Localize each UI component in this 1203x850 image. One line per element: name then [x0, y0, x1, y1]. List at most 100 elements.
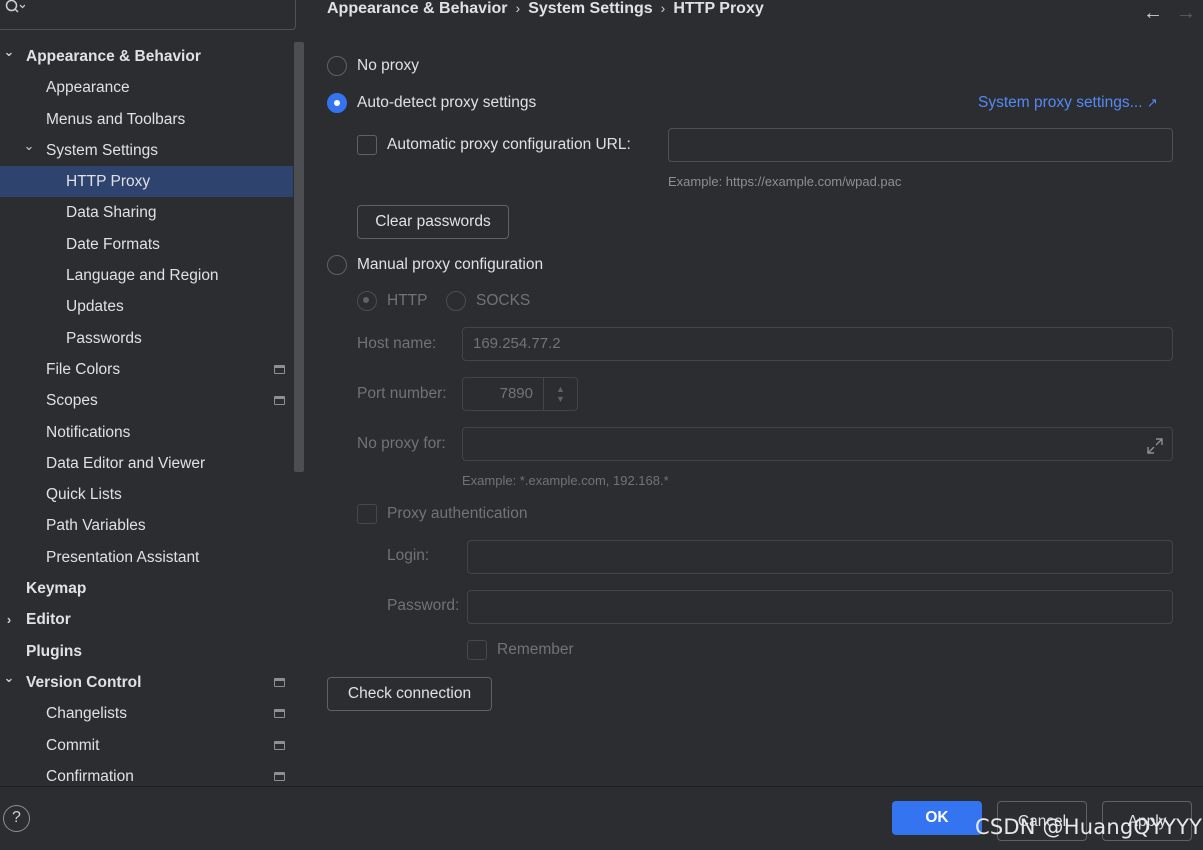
port-number-value: 7890: [499, 385, 533, 402]
sidebar-item-notifications[interactable]: Notifications: [0, 417, 293, 448]
project-scope-icon: [274, 709, 285, 719]
sidebar-item-label: Passwords: [66, 329, 142, 347]
sidebar-item-path-variables[interactable]: Path Variables: [0, 510, 293, 541]
auto-config-example: Example: https://example.com/wpad.pac: [668, 174, 902, 189]
remember-checkbox[interactable]: [467, 640, 487, 660]
http-proxy-panel: No proxy Auto-detect proxy settings Syst…: [305, 0, 1203, 786]
auto-detect-radio[interactable]: [327, 93, 347, 113]
sidebar-item-data-sharing[interactable]: Data Sharing: [0, 197, 293, 228]
sidebar-item-label: Notifications: [46, 423, 131, 441]
host-name-input[interactable]: 169.254.77.2: [462, 327, 1173, 361]
remember-label: Remember: [497, 641, 574, 658]
sidebar-item-system-settings[interactable]: ⌄ System Settings: [0, 135, 293, 166]
sidebar-item-label: Data Sharing: [66, 204, 157, 222]
settings-sidebar: ⌄ Appearance & Behavior Appearance Menus an…: [0, 0, 305, 786]
sidebar-item-commit[interactable]: Commit: [0, 730, 293, 761]
settings-tree: ⌄ Appearance & Behavior Appearance Menus an…: [0, 41, 293, 792]
port-number-stepper[interactable]: 7890 ▲ ▼: [462, 377, 578, 411]
sidebar-item-label: Language and Region: [66, 267, 219, 285]
sidebar-item-version-control[interactable]: ⌄ Version Control: [0, 667, 293, 698]
sidebar-item-label: Changelists: [46, 705, 127, 723]
auto-config-url-label: Automatic proxy configuration URL:: [387, 136, 631, 153]
sidebar-item-appearance[interactable]: Appearance: [0, 72, 293, 103]
sidebar-item-plugins[interactable]: Plugins: [0, 636, 293, 667]
external-link-icon: ↗: [1146, 95, 1158, 110]
no-proxy-for-example: Example: *.example.com, 192.168.*: [462, 473, 669, 488]
sidebar-item-label: Quick Lists: [46, 486, 122, 504]
chevron-right-icon[interactable]: ›: [2, 604, 16, 635]
http-label: HTTP: [387, 292, 428, 309]
sidebar-item-label: Version Control: [26, 673, 142, 691]
sidebar-item-presentation-assistant[interactable]: Presentation Assistant: [0, 542, 293, 573]
host-name-label: Host name:: [357, 335, 437, 352]
sidebar-item-label: System Settings: [46, 141, 158, 159]
socks-radio[interactable]: [446, 291, 466, 311]
proxy-auth-label: Proxy authentication: [387, 505, 528, 522]
sidebar-item-label: Appearance: [46, 79, 130, 97]
http-radio[interactable]: [357, 291, 377, 311]
sidebar-item-label: HTTP Proxy: [66, 173, 151, 191]
sidebar-item-keymap[interactable]: Keymap: [0, 573, 293, 604]
sidebar-item-label: Appearance & Behavior: [26, 48, 201, 65]
sidebar-item-file-colors[interactable]: File Colors: [0, 354, 293, 385]
sidebar-item-label: Commit: [46, 736, 100, 754]
help-icon[interactable]: ?: [3, 805, 30, 832]
sidebar-item-label: Path Variables: [46, 517, 146, 535]
clear-passwords-button[interactable]: Clear passwords: [357, 205, 509, 239]
project-scope-icon: [274, 364, 285, 374]
no-proxy-radio[interactable]: [327, 56, 347, 76]
manual-proxy-radio[interactable]: [327, 255, 347, 275]
system-proxy-settings-link[interactable]: System proxy settings... ↗: [978, 94, 1158, 112]
auto-config-url-input[interactable]: [668, 128, 1173, 162]
project-scope-icon: [274, 740, 285, 750]
expand-icon[interactable]: [1146, 435, 1164, 454]
sidebar-item-quick-lists[interactable]: Quick Lists: [0, 479, 293, 510]
sidebar-item-label: Menus and Toolbars: [46, 110, 186, 128]
proxy-auth-checkbox[interactable]: [357, 504, 377, 524]
auto-config-url-checkbox[interactable]: [357, 135, 377, 155]
sidebar-item-changelists[interactable]: Changelists: [0, 698, 293, 729]
check-connection-button[interactable]: Check connection: [327, 677, 492, 711]
chevron-down-icon[interactable]: ⌄: [2, 36, 16, 67]
sidebar-item-label: Editor: [26, 611, 71, 629]
sidebar-item-date-formats[interactable]: Date Formats: [0, 229, 293, 260]
auto-detect-label[interactable]: Auto-detect proxy settings: [357, 94, 536, 112]
sidebar-item-menus-and-toolbars[interactable]: Menus and Toolbars: [0, 104, 293, 135]
sidebar-item-scopes[interactable]: Scopes: [0, 385, 293, 416]
sidebar-item-label: Date Formats: [66, 235, 160, 253]
search-input[interactable]: [0, 0, 296, 30]
ok-button[interactable]: OK: [892, 801, 982, 835]
sidebar-item-label: File Colors: [46, 360, 121, 378]
project-scope-icon: [274, 396, 285, 406]
search-icon: [5, 0, 27, 15]
port-number-label: Port number:: [357, 385, 447, 402]
no-proxy-for-input[interactable]: [462, 427, 1173, 461]
password-label: Password:: [387, 597, 460, 614]
sidebar-item-appearance-behavior[interactable]: ⌄ Appearance & Behavior: [0, 41, 293, 72]
password-input[interactable]: [467, 590, 1173, 624]
project-scope-icon: [274, 771, 285, 781]
sidebar-item-editor[interactable]: › Editor: [0, 604, 293, 635]
chevron-down-icon[interactable]: ⌄: [22, 130, 36, 161]
dialog-footer: ? OK Cancel Apply CSDN @HuangQYYYY: [0, 786, 1203, 850]
stepper-arrows-icon[interactable]: ▲ ▼: [543, 378, 577, 410]
sidebar-item-data-editor-and-viewer[interactable]: Data Editor and Viewer: [0, 448, 293, 479]
sidebar-item-label: Keymap: [26, 580, 87, 598]
sidebar-item-label: Plugins: [26, 642, 82, 660]
project-scope-icon: [274, 677, 285, 687]
sidebar-scrollbar[interactable]: [294, 42, 304, 472]
no-proxy-label[interactable]: No proxy: [357, 57, 419, 75]
login-input[interactable]: [467, 540, 1173, 574]
sidebar-item-http-proxy[interactable]: HTTP Proxy: [0, 166, 293, 198]
no-proxy-for-label: No proxy for:: [357, 435, 446, 452]
sidebar-item-language-and-region[interactable]: Language and Region: [0, 260, 293, 291]
sidebar-item-passwords[interactable]: Passwords: [0, 323, 293, 354]
sidebar-item-label: Scopes: [46, 392, 98, 410]
sidebar-item-label: Updates: [66, 298, 124, 316]
login-label: Login:: [387, 547, 430, 564]
watermark: CSDN @HuangQYYYY: [975, 815, 1203, 839]
manual-proxy-label[interactable]: Manual proxy configuration: [357, 256, 543, 274]
sidebar-item-updates[interactable]: Updates: [0, 291, 293, 322]
sidebar-item-label: Presentation Assistant: [46, 548, 200, 566]
chevron-down-icon[interactable]: ⌄: [2, 662, 16, 693]
